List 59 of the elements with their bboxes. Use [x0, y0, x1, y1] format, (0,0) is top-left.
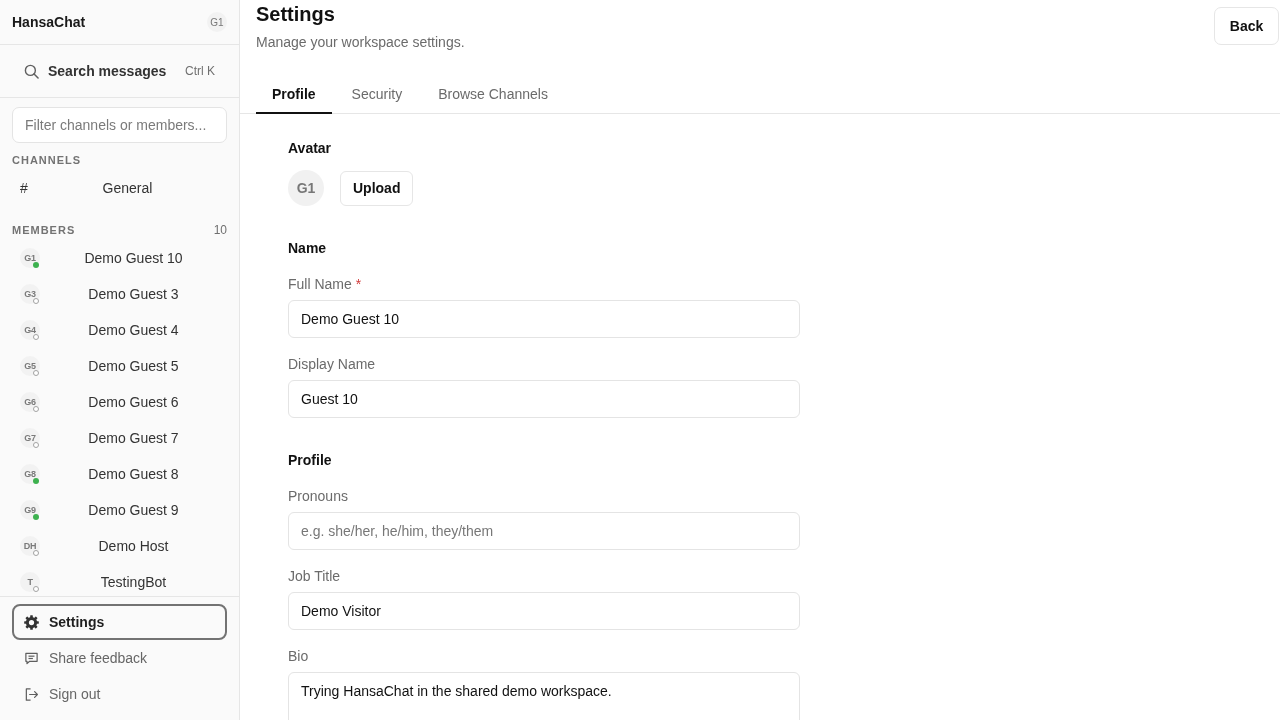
member-avatar: G1 [20, 248, 40, 268]
member-avatar: G5 [20, 356, 40, 376]
app-name: HansaChat [12, 14, 86, 30]
member-item[interactable]: Demo Host [98, 538, 169, 554]
search-icon [24, 63, 39, 79]
back-button[interactable]: Back [1214, 7, 1279, 45]
section-heading: Profile [288, 451, 333, 470]
channel-item[interactable]: General [28, 180, 227, 196]
member-item[interactable]: Demo Guest 6 [88, 394, 179, 410]
search-button[interactable]: Search messages [12, 53, 179, 89]
section-heading: Name [288, 239, 328, 258]
filter-field[interactable]: Filter channels or members... [12, 107, 227, 143]
member-avatar: G6 [20, 392, 40, 412]
upload-button[interactable]: Upload [340, 170, 414, 206]
user-avatar[interactable]: G1 [207, 12, 227, 32]
section-heading: Avatar [288, 139, 333, 158]
member-item[interactable]: TestingBot [100, 574, 167, 590]
gear-icon [24, 614, 39, 630]
member-item[interactable]: Demo Guest 7 [88, 430, 179, 446]
field-label: Job Title [288, 567, 341, 586]
field-label: Display Name [288, 355, 376, 374]
member-avatar: T [20, 572, 40, 592]
text-field[interactable]: e.g. she/her, he/him, they/them [288, 512, 800, 550]
settings-button[interactable]: Settings [12, 604, 227, 640]
member-avatar: DH [20, 536, 40, 556]
field-label: Pronouns [288, 487, 348, 506]
sign-out-button[interactable]: Sign out [12, 676, 227, 712]
member-avatar: G9 [20, 500, 40, 520]
section-heading: MEMBERS [12, 224, 76, 236]
chat-box-icon [24, 650, 39, 666]
member-count: 10 [213, 223, 227, 237]
text-area[interactable]: Trying HansaChat in the shared demo workspace. [288, 672, 800, 720]
member-avatar: G8 [20, 464, 40, 484]
member-item[interactable]: Demo Guest 3 [88, 286, 179, 302]
field-label: Bio [288, 647, 309, 666]
page-title: Settings [256, 2, 336, 27]
tab[interactable]: Security [335, 76, 419, 114]
keyboard-shortcut: Ctrl K [185, 64, 215, 78]
member-avatar: G7 [20, 428, 40, 448]
feedback-button[interactable]: Share feedback [12, 640, 227, 676]
member-item[interactable]: Demo Guest 10 [84, 250, 183, 266]
member-avatar: G3 [20, 284, 40, 304]
member-item[interactable]: Demo Guest 4 [88, 322, 179, 338]
member-avatar: G4 [20, 320, 40, 340]
tab[interactable]: Browse Channels [422, 76, 564, 114]
member-item[interactable]: Demo Guest 8 [88, 466, 179, 482]
member-item[interactable]: Demo Guest 9 [88, 502, 179, 518]
text-field[interactable]: Demo Visitor [288, 592, 800, 630]
member-item[interactable]: Demo Guest 5 [88, 358, 179, 374]
field-label: Full Name [288, 275, 352, 294]
required-mark: * [355, 275, 362, 294]
text-field[interactable]: Guest 10 [288, 380, 800, 418]
tab[interactable]: Profile [256, 76, 332, 114]
hash-icon: # [20, 180, 28, 196]
profile-avatar: G1 [288, 170, 324, 206]
exit-arrow-icon [24, 686, 39, 702]
page-subtitle: Manage your workspace settings. [256, 33, 465, 52]
text-field[interactable]: Demo Guest 10 [288, 300, 800, 338]
section-heading: CHANNELS [12, 154, 82, 166]
